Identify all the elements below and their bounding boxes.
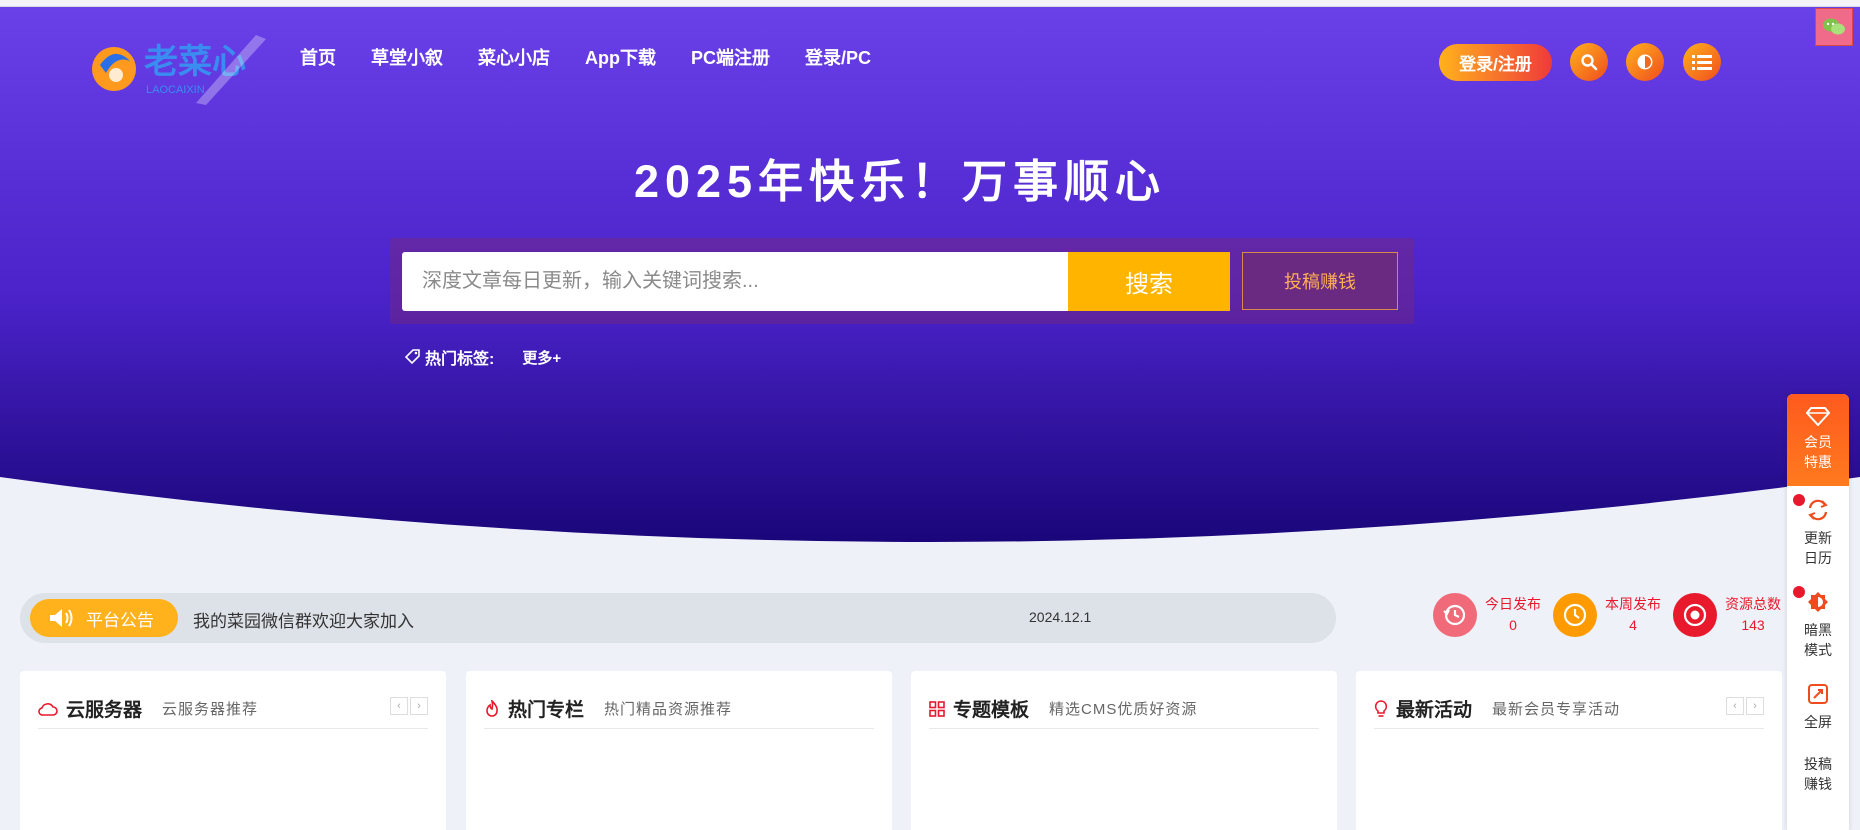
update-label-2: 日历 <box>1804 550 1832 566</box>
search-input[interactable] <box>402 252 1068 311</box>
card-title: 专题模板 <box>953 700 1030 721</box>
announcement-text[interactable]: 我的菜园微信群欢迎大家加入 <box>193 607 414 632</box>
stat-week-value: 4 <box>1629 617 1637 633</box>
nav-login-pc[interactable]: 登录/PC <box>805 44 871 70</box>
menu-icon <box>1692 55 1712 70</box>
target-icon <box>1673 593 1717 637</box>
card-subtitle: 最新会员专享活动 <box>1492 701 1621 718</box>
dark-mode-button[interactable]: 暗黑 模式 <box>1787 590 1849 660</box>
top-border <box>0 0 1860 7</box>
theme-toggle-icon <box>1637 54 1653 70</box>
card-next-button[interactable]: › <box>1746 697 1764 715</box>
update-calendar-button[interactable]: 更新 日历 <box>1787 498 1849 568</box>
wechat-icon <box>1823 18 1845 35</box>
side-toolbar: 会员 特惠 更新 日历 暗黑 模式 全屏 投稿 赚钱 <box>1787 394 1849 830</box>
dark-mode-icon <box>1808 592 1828 612</box>
hero-headline: 2025年快乐！万事顺心 <box>633 156 1167 207</box>
hot-tags: 热门标签: 更多+ <box>405 345 561 369</box>
clock-icon <box>1553 593 1597 637</box>
card-header: 热门专栏 热门精品资源推荐 <box>484 689 874 729</box>
card-title: 热门专栏 <box>508 700 585 721</box>
vip-label-1: 会员 <box>1804 434 1832 450</box>
card-subtitle: 云服务器推荐 <box>162 701 259 718</box>
history-icon <box>1433 593 1477 637</box>
announcement-date: 2024.12.1 <box>1029 609 1092 625</box>
card-title: 最新活动 <box>1396 700 1473 721</box>
card-cloud-servers: 云服务器 云服务器推荐 ‹ › <box>20 671 446 830</box>
vip-offer-button[interactable]: 会员 特惠 <box>1787 394 1849 486</box>
fullscreen-button[interactable]: 全屏 <box>1787 682 1849 732</box>
grid-icon <box>929 700 945 717</box>
refresh-icon <box>1808 499 1828 521</box>
contribute-label-2: 赚钱 <box>1804 776 1832 792</box>
login-register-button[interactable]: 登录/注册 <box>1439 44 1552 81</box>
card-subtitle: 热门精品资源推荐 <box>604 701 733 718</box>
hero-section: 老菜心 LAOCAIXIN 首页 草堂小叙 菜心小店 App下载 PC端注册 登… <box>0 7 1860 552</box>
card-prev-button[interactable]: ‹ <box>1726 697 1744 715</box>
cloud-icon <box>38 702 58 716</box>
search-icon <box>1581 54 1598 71</box>
nav-home[interactable]: 首页 <box>300 44 336 70</box>
stat-today: 今日发布 0 <box>1433 593 1541 637</box>
stat-total-label: 资源总数 <box>1725 596 1781 612</box>
announcement-badge-label: 平台公告 <box>86 610 154 630</box>
stat-week: 本周发布 4 <box>1553 593 1661 637</box>
svg-text:LAOCAIXIN: LAOCAIXIN <box>146 84 205 96</box>
dark-mode-label-2: 模式 <box>1804 642 1832 658</box>
stat-week-label: 本周发布 <box>1605 596 1661 612</box>
search-button[interactable] <box>1570 43 1608 81</box>
menu-button[interactable] <box>1683 43 1721 81</box>
stat-today-label: 今日发布 <box>1485 596 1541 612</box>
hot-tags-label: 热门标签: <box>425 351 495 368</box>
stat-total-value: 143 <box>1741 617 1765 633</box>
stat-today-value: 0 <box>1509 617 1517 633</box>
speaker-icon <box>50 609 73 627</box>
announcement-badge: 平台公告 <box>30 599 178 637</box>
card-prev-button[interactable]: ‹ <box>390 697 408 715</box>
bulb-icon <box>1374 699 1388 717</box>
nav-app-download[interactable]: App下载 <box>585 44 656 70</box>
announcement-bar: 平台公告 我的菜园微信群欢迎大家加入 2024.12.1 <box>20 593 1336 643</box>
nav-shop[interactable]: 菜心小店 <box>478 44 550 70</box>
card-next-button[interactable]: › <box>410 697 428 715</box>
search-panel: 搜索 投稿赚钱 <box>390 238 1414 324</box>
more-tags-link[interactable]: 更多+ <box>522 347 561 368</box>
nav-caotang[interactable]: 草堂小叙 <box>371 44 443 70</box>
flame-icon <box>486 699 498 717</box>
card-subtitle: 精选CMS优质好资源 <box>1049 701 1198 718</box>
card-header: 专题模板 精选CMS优质好资源 <box>929 689 1319 729</box>
card-latest-events: 最新活动 最新会员专享活动 ‹ › <box>1356 671 1782 830</box>
theme-toggle-button[interactable] <box>1626 43 1664 81</box>
fullscreen-label: 全屏 <box>1804 714 1832 730</box>
vip-label-2: 特惠 <box>1804 454 1832 470</box>
card-header: 云服务器 云服务器推荐 ‹ › <box>38 689 428 729</box>
card-header: 最新活动 最新会员专享活动 ‹ › <box>1374 689 1764 729</box>
fullscreen-icon <box>1808 684 1828 704</box>
search-submit-button[interactable]: 搜索 <box>1068 252 1230 311</box>
site-logo[interactable]: 老菜心 LAOCAIXIN <box>86 25 286 105</box>
tag-icon <box>405 349 420 365</box>
card-topic-templates: 专题模板 精选CMS优质好资源 <box>911 671 1337 830</box>
nav-pc-register[interactable]: PC端注册 <box>691 44 770 70</box>
card-title: 云服务器 <box>66 700 143 721</box>
diamond-icon <box>1806 407 1830 426</box>
dark-mode-label-1: 暗黑 <box>1804 622 1832 638</box>
main-nav: 首页 草堂小叙 菜心小店 App下载 PC端注册 登录/PC <box>300 44 906 70</box>
card-hot-columns: 热门专栏 热门精品资源推荐 <box>466 671 892 830</box>
sidebar-contribute-button[interactable]: 投稿 赚钱 <box>1787 754 1849 794</box>
contribute-button[interactable]: 投稿赚钱 <box>1242 252 1398 310</box>
contribute-label-1: 投稿 <box>1804 756 1832 772</box>
update-label-1: 更新 <box>1804 530 1832 546</box>
stat-total: 资源总数 143 <box>1673 593 1781 637</box>
wechat-button[interactable] <box>1815 8 1853 46</box>
